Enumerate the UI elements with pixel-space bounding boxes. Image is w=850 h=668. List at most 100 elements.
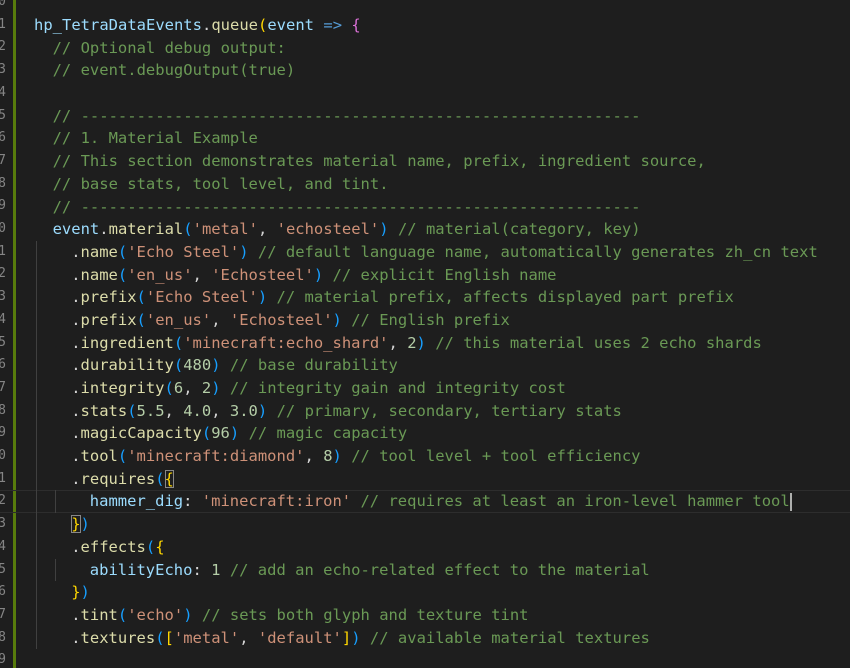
code-line-content: .durability(480) // base durability: [71, 354, 398, 377]
code-line[interactable]: [0, 82, 850, 105]
code-line[interactable]: .integrity(6, 2) // integrity gain and i…: [0, 377, 850, 400]
code-line[interactable]: abilityEcho: 1 // add an echo-related ef…: [0, 558, 850, 582]
code-token: 2: [407, 333, 417, 352]
code-line[interactable]: hp_TetraDataEvents.queue(event => {: [0, 14, 850, 37]
code-token: requires: [80, 469, 156, 488]
code-line[interactable]: // This section demonstrates material na…: [0, 150, 850, 173]
code-line[interactable]: // Optional debug output:: [0, 37, 850, 60]
code-token: :: [192, 560, 212, 579]
code-line-content: // event.debugOutput(true): [53, 59, 296, 82]
code-line-content: // 1. Material Example: [53, 127, 258, 150]
code-comment: // this material uses 2 echo shards: [435, 333, 762, 352]
code-comment: // integrity gain and integrity cost: [229, 379, 566, 397]
code-line-content: }): [71, 513, 90, 536]
code-line-content: }): [71, 581, 90, 604]
code-line[interactable]: .effects({: [0, 535, 850, 559]
code-line[interactable]: // base stats, tool level, and tint.: [0, 173, 850, 196]
indent-guide: [36, 581, 37, 604]
indent-guide: [36, 377, 37, 400]
indent-guide: [54, 490, 56, 514]
code-line[interactable]: [0, 649, 850, 668]
code-line-content: .ingredient('minecraft:echo_shard', 2) /…: [71, 332, 762, 355]
code-line-content: .tool('minecraft:diamond', 8) // tool le…: [71, 445, 640, 468]
code-token: (: [201, 424, 212, 443]
code-comment: // English prefix: [351, 310, 510, 329]
code-line[interactable]: .prefix('en_us', 'Echosteel') // English…: [0, 308, 850, 332]
code-token: .: [71, 242, 81, 261]
code-token: (: [117, 265, 128, 284]
indent-guide: [36, 263, 37, 287]
code-token: .: [71, 628, 81, 647]
code-token: durability: [80, 356, 174, 375]
code-token: 8: [323, 447, 333, 466]
indent-guide: [36, 490, 37, 514]
code-comment: // event.debugOutput(true): [52, 61, 296, 80]
code-token: (: [258, 16, 268, 34]
code-token: .: [71, 537, 81, 556]
code-token: 'minecraft:iron': [201, 492, 352, 511]
indent-guide: [36, 467, 37, 491]
code-line[interactable]: .tint('echo') // sets both glyph and tex…: [0, 603, 850, 627]
code-line[interactable]: .tool('minecraft:diamond', 8) // tool le…: [0, 445, 850, 468]
code-token: [: [164, 628, 174, 647]
code-token: event: [52, 220, 100, 239]
code-line-content: .integrity(6, 2) // integrity gain and i…: [71, 377, 566, 400]
code-line[interactable]: .magicCapacity(96) // magic capacity: [0, 422, 850, 446]
code-token: 'minecraft:echo_shard': [183, 333, 389, 352]
code-line[interactable]: // event.debugOutput(true): [0, 59, 850, 82]
code-token: .: [71, 356, 81, 375]
code-comment: // -------------------------------------…: [52, 106, 641, 125]
code-comment: // material prefix, affects displayed pa…: [276, 288, 734, 307]
code-token: ): [416, 333, 426, 352]
indent-guide: [54, 558, 56, 582]
code-line[interactable]: .name('Echo Steel') // default language …: [0, 240, 850, 264]
code-token: 'metal': [192, 220, 258, 239]
code-line[interactable]: // -------------------------------------…: [0, 196, 850, 219]
code-token: .: [71, 605, 81, 624]
code-line-content: hp_TetraDataEvents.queue(event => {: [34, 14, 361, 37]
code-line[interactable]: .ingredient('minecraft:echo_shard', 2) /…: [0, 331, 850, 355]
code-editor[interactable]: 0123456789012345678901234567890 hp_Tetra…: [0, 0, 850, 668]
code-line[interactable]: hammer_dig: 'minecraft:iron' // requires…: [0, 490, 850, 514]
code-comment: // explicit English name: [332, 265, 557, 284]
code-token: ,: [388, 333, 408, 352]
code-line[interactable]: .durability(480) // base durability: [0, 354, 850, 377]
indent-guide: [36, 603, 37, 627]
code-comment: // magic capacity: [248, 424, 408, 443]
code-token: ): [239, 242, 249, 261]
code-token: .: [71, 265, 81, 284]
code-token: ): [229, 424, 240, 443]
code-line[interactable]: .textures(['metal', 'default']) // avail…: [0, 626, 850, 650]
code-token: .: [71, 424, 81, 443]
code-line[interactable]: .name('en_us', 'Echosteel') // explicit …: [0, 263, 850, 287]
code-line[interactable]: // -------------------------------------…: [0, 105, 850, 128]
code-token: textures: [80, 628, 156, 647]
code-comment: // requires at least an iron-level hamme…: [360, 492, 790, 511]
indent-guide: [36, 240, 37, 264]
code-token: queue: [211, 16, 258, 34]
code-line[interactable]: event.material('metal', 'echosteel') // …: [0, 218, 850, 241]
code-token: 96: [211, 424, 230, 443]
code-line[interactable]: }): [0, 581, 850, 604]
code-line-content: .name('Echo Steel') // default language …: [71, 241, 818, 264]
code-token: ): [351, 628, 361, 647]
code-lines[interactable]: hp_TetraDataEvents.queue(event => {// Op…: [0, 14, 850, 668]
code-token: {: [164, 469, 174, 488]
code-token: ,: [257, 220, 277, 239]
code-line[interactable]: .requires({: [0, 467, 850, 491]
code-line[interactable]: }): [0, 513, 850, 536]
code-token: ): [379, 220, 389, 239]
code-comment: // This section demonstrates material na…: [52, 152, 706, 171]
code-line[interactable]: .prefix('Echo Steel') // material prefix…: [0, 286, 850, 309]
code-token: ]: [341, 628, 352, 647]
code-line-content: abilityEcho: 1 // add an echo-related ef…: [90, 559, 650, 582]
code-line[interactable]: .stats(5.5, 4.0, 3.0) // primary, second…: [0, 399, 850, 423]
code-line[interactable]: // 1. Material Example: [0, 127, 850, 150]
